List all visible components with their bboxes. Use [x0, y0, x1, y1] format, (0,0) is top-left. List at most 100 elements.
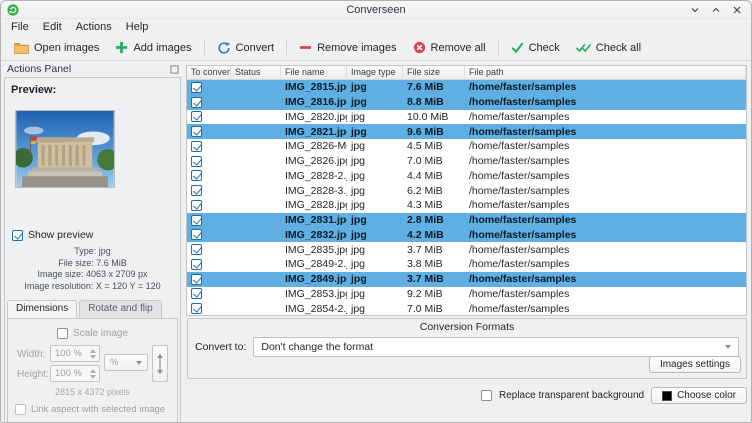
row-checkbox[interactable] — [191, 303, 202, 314]
undock-icon[interactable] — [170, 65, 179, 74]
format-combobox[interactable]: Don't change the format — [253, 337, 739, 357]
table-row[interactable]: IMG_2835.jpgjpg3.7 MiB/home/faster/sampl… — [187, 242, 746, 257]
row-checkbox-cell — [187, 97, 231, 108]
menu-actions[interactable]: Actions — [69, 20, 119, 34]
table-row[interactable]: IMG_2849.jpgjpg3.7 MiB/home/faster/sampl… — [187, 272, 746, 287]
table-row[interactable]: IMG_2853.jpgjpg9.2 MiB/home/faster/sampl… — [187, 287, 746, 302]
check-all-button[interactable]: Check all — [568, 38, 649, 57]
link-aspect-row: Link aspect with selected image — [15, 404, 165, 415]
open-images-button[interactable]: Open images — [6, 38, 107, 57]
row-file-size: 10.0 MiB — [403, 111, 465, 123]
row-file-path: /home/faster/samples — [465, 303, 746, 315]
row-checkbox[interactable] — [191, 215, 202, 226]
table-row[interactable]: IMG_2854-2.jpgjpg7.0 MiB/home/faster/sam… — [187, 301, 746, 316]
title-bar[interactable]: Converseen — [1, 1, 751, 19]
check-all-icon — [576, 41, 591, 54]
row-file-size: 3.7 MiB — [403, 244, 465, 256]
table-row[interactable]: IMG_2826.jpgjpg7.0 MiB/home/faster/sampl… — [187, 154, 746, 169]
row-checkbox[interactable] — [191, 288, 202, 299]
convert-icon — [217, 41, 231, 55]
height-spinner-arrows[interactable] — [90, 369, 96, 379]
height-spinbox[interactable]: 100 % — [50, 365, 100, 382]
column-header-to-convert[interactable]: To convert — [187, 66, 231, 79]
table-row[interactable]: IMG_2849-2.jpgjpg3.8 MiB/home/faster/sam… — [187, 257, 746, 272]
link-dimensions-button[interactable] — [152, 345, 168, 382]
row-file-size: 4.2 MiB — [403, 229, 465, 241]
column-header-image-type[interactable]: Image type — [347, 66, 403, 79]
row-checkbox[interactable] — [191, 185, 202, 196]
row-checkbox[interactable] — [191, 229, 202, 240]
table-row[interactable]: IMG_2816.jpgjpg8.8 MiB/home/faster/sampl… — [187, 95, 746, 110]
row-checkbox[interactable] — [191, 97, 202, 108]
table-row[interactable]: IMG_2828.jpgjpg4.3 MiB/home/faster/sampl… — [187, 198, 746, 213]
row-checkbox[interactable] — [191, 244, 202, 255]
row-checkbox-cell — [187, 259, 231, 270]
menu-help[interactable]: Help — [119, 20, 156, 34]
scale-image-label: Scale image — [73, 328, 128, 339]
replace-transparent-checkbox[interactable] — [481, 390, 492, 401]
row-checkbox[interactable] — [191, 156, 202, 167]
width-spinner-arrows[interactable] — [90, 349, 96, 359]
remove-images-button[interactable]: Remove images — [291, 38, 404, 57]
images-settings-button[interactable]: Images settings — [649, 356, 741, 373]
column-header-file-path[interactable]: File path — [465, 66, 746, 79]
check-button[interactable]: Check — [503, 38, 568, 57]
table-row[interactable]: IMG_2821.jpgjpg9.6 MiB/home/faster/sampl… — [187, 124, 746, 139]
row-file-size: 6.2 MiB — [403, 185, 465, 197]
row-image-type: jpg — [347, 273, 403, 285]
up-down-arrows-icon — [156, 353, 164, 375]
close-button[interactable] — [730, 3, 744, 17]
row-checkbox[interactable] — [191, 126, 202, 137]
table-row[interactable]: IMG_2826-Mo...jpg4.5 MiB/home/faster/sam… — [187, 139, 746, 154]
tab-dimensions[interactable]: Dimensions — [7, 300, 77, 318]
menu-file[interactable]: File — [4, 20, 36, 34]
row-checkbox[interactable] — [191, 141, 202, 152]
row-file-name: IMG_2854-2.jpg — [281, 303, 347, 315]
table-row[interactable]: IMG_2832.jpgjpg4.2 MiB/home/faster/sampl… — [187, 228, 746, 243]
table-row[interactable]: IMG_2831.jpgjpg2.8 MiB/home/faster/sampl… — [187, 213, 746, 228]
show-preview-checkbox[interactable] — [12, 230, 23, 241]
menu-edit[interactable]: Edit — [36, 20, 69, 34]
width-spinbox[interactable]: 100 % — [50, 345, 100, 362]
convert-button[interactable]: Convert — [209, 38, 283, 58]
column-header-file-name[interactable]: File name — [281, 66, 347, 79]
row-checkbox-cell — [187, 244, 231, 255]
row-checkbox[interactable] — [191, 111, 202, 122]
row-image-type: jpg — [347, 81, 403, 93]
row-checkbox[interactable] — [191, 274, 202, 285]
link-aspect-checkbox[interactable] — [15, 404, 26, 415]
remove-images-icon — [299, 41, 312, 54]
unit-value: % — [110, 357, 118, 368]
tab-rotate-and-flip[interactable]: Rotate and flip — [79, 300, 162, 318]
remove-all-button[interactable]: Remove all — [405, 38, 494, 57]
scale-image-row: Scale image — [8, 328, 177, 339]
row-checkbox[interactable] — [191, 170, 202, 181]
column-header-file-size[interactable]: File size — [403, 66, 465, 79]
row-checkbox[interactable] — [191, 259, 202, 270]
row-file-path: /home/faster/samples — [465, 258, 746, 270]
row-checkbox[interactable] — [191, 200, 202, 211]
toolbar-separator — [498, 40, 499, 55]
table-row[interactable]: IMG_2828-3.jpgjpg6.2 MiB/home/faster/sam… — [187, 183, 746, 198]
choose-color-button[interactable]: Choose color — [651, 387, 747, 404]
row-checkbox-cell — [187, 82, 231, 93]
preview-label: Preview: — [11, 84, 180, 96]
row-image-type: jpg — [347, 288, 403, 300]
dimensions-tab-content: Scale image Width: 100 % % Height: 100 % — [7, 318, 178, 423]
info-file-size: File size: 7.6 MiB — [5, 258, 180, 270]
table-row[interactable]: IMG_2815.jpgjpg7.6 MiB/home/faster/sampl… — [187, 80, 746, 95]
unit-combobox[interactable]: % — [104, 354, 148, 371]
table-row[interactable]: IMG_2820.jpgjpg10.0 MiB/home/faster/samp… — [187, 110, 746, 125]
scale-image-checkbox[interactable] — [57, 328, 68, 339]
add-images-button[interactable]: Add images — [107, 38, 199, 57]
toolbar-button-label: Check — [529, 42, 560, 54]
row-checkbox[interactable] — [191, 82, 202, 93]
conversion-formats-group: Conversion Formats Convert to: Don't cha… — [187, 318, 747, 379]
column-header-status[interactable]: Status — [231, 66, 281, 79]
table-row[interactable]: IMG_2828-2.jpgjpg4.4 MiB/home/faster/sam… — [187, 169, 746, 184]
minimize-button[interactable] — [688, 3, 702, 17]
row-checkbox-cell — [187, 111, 231, 122]
chevron-down-icon — [136, 361, 142, 365]
row-checkbox-cell — [187, 229, 231, 240]
maximize-button[interactable] — [709, 3, 723, 17]
